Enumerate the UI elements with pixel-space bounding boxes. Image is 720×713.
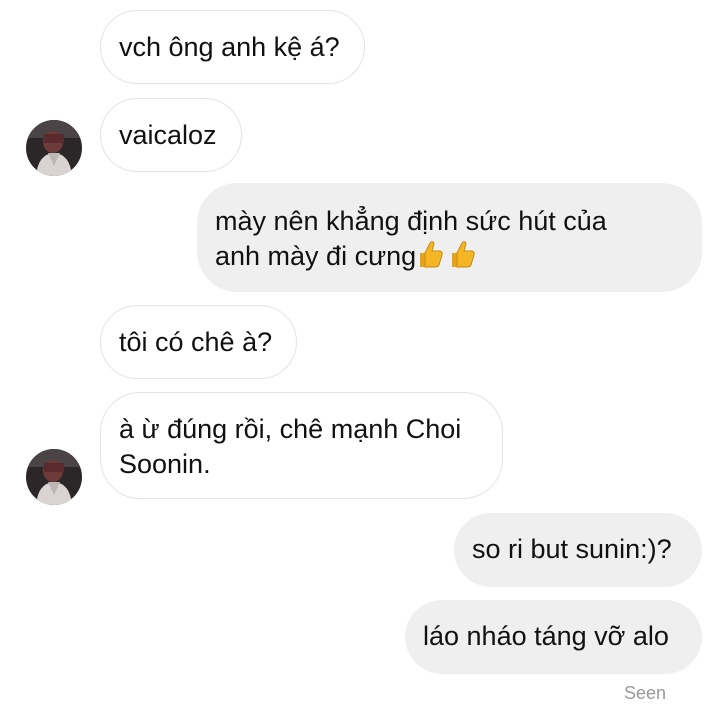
sender-avatar[interactable]	[26, 449, 82, 505]
avatar-photo-icon	[26, 120, 82, 176]
outgoing-message-bubble[interactable]: so ri but sunin:)?	[454, 513, 702, 587]
message-text: láo nháo táng vỡ alo	[423, 621, 669, 651]
message-thread: vch ông anh kệ á? vaicaloz mày nên khẳng…	[0, 0, 720, 713]
incoming-message-bubble[interactable]: à ừ đúng rồi, chê mạnh Choi Soonin.	[100, 392, 503, 499]
avatar-photo-icon	[26, 449, 82, 505]
incoming-message-bubble[interactable]: vch ông anh kệ á?	[100, 10, 365, 84]
message-text: tôi có chê à?	[119, 327, 273, 357]
message-text: anh mày đi cưng	[215, 241, 417, 271]
incoming-message-bubble[interactable]: vaicaloz	[100, 98, 242, 172]
thumbs-up-icon	[448, 239, 476, 278]
message-text: so ri but sunin:)?	[472, 534, 672, 564]
message-text-line: mày nên khẳng định sức hút của	[215, 206, 607, 236]
message-text: vaicaloz	[119, 120, 217, 150]
message-text-line-with-emoji: anh mày đi cưng	[215, 239, 702, 278]
outgoing-message-bubble[interactable]: láo nháo táng vỡ alo	[405, 600, 702, 674]
thumbs-up-icon	[416, 239, 444, 278]
message-text: vch ông anh kệ á?	[119, 32, 340, 62]
outgoing-message-bubble[interactable]: mày nên khẳng định sức hút của anh mày đ…	[197, 183, 702, 292]
incoming-message-bubble[interactable]: tôi có chê à?	[100, 305, 297, 379]
sender-avatar[interactable]	[26, 120, 82, 176]
seen-receipt: Seen	[623, 683, 666, 703]
message-text-line: Soonin.	[119, 449, 211, 479]
message-text-line: à ừ đúng rồi, chê mạnh Choi	[119, 414, 462, 444]
